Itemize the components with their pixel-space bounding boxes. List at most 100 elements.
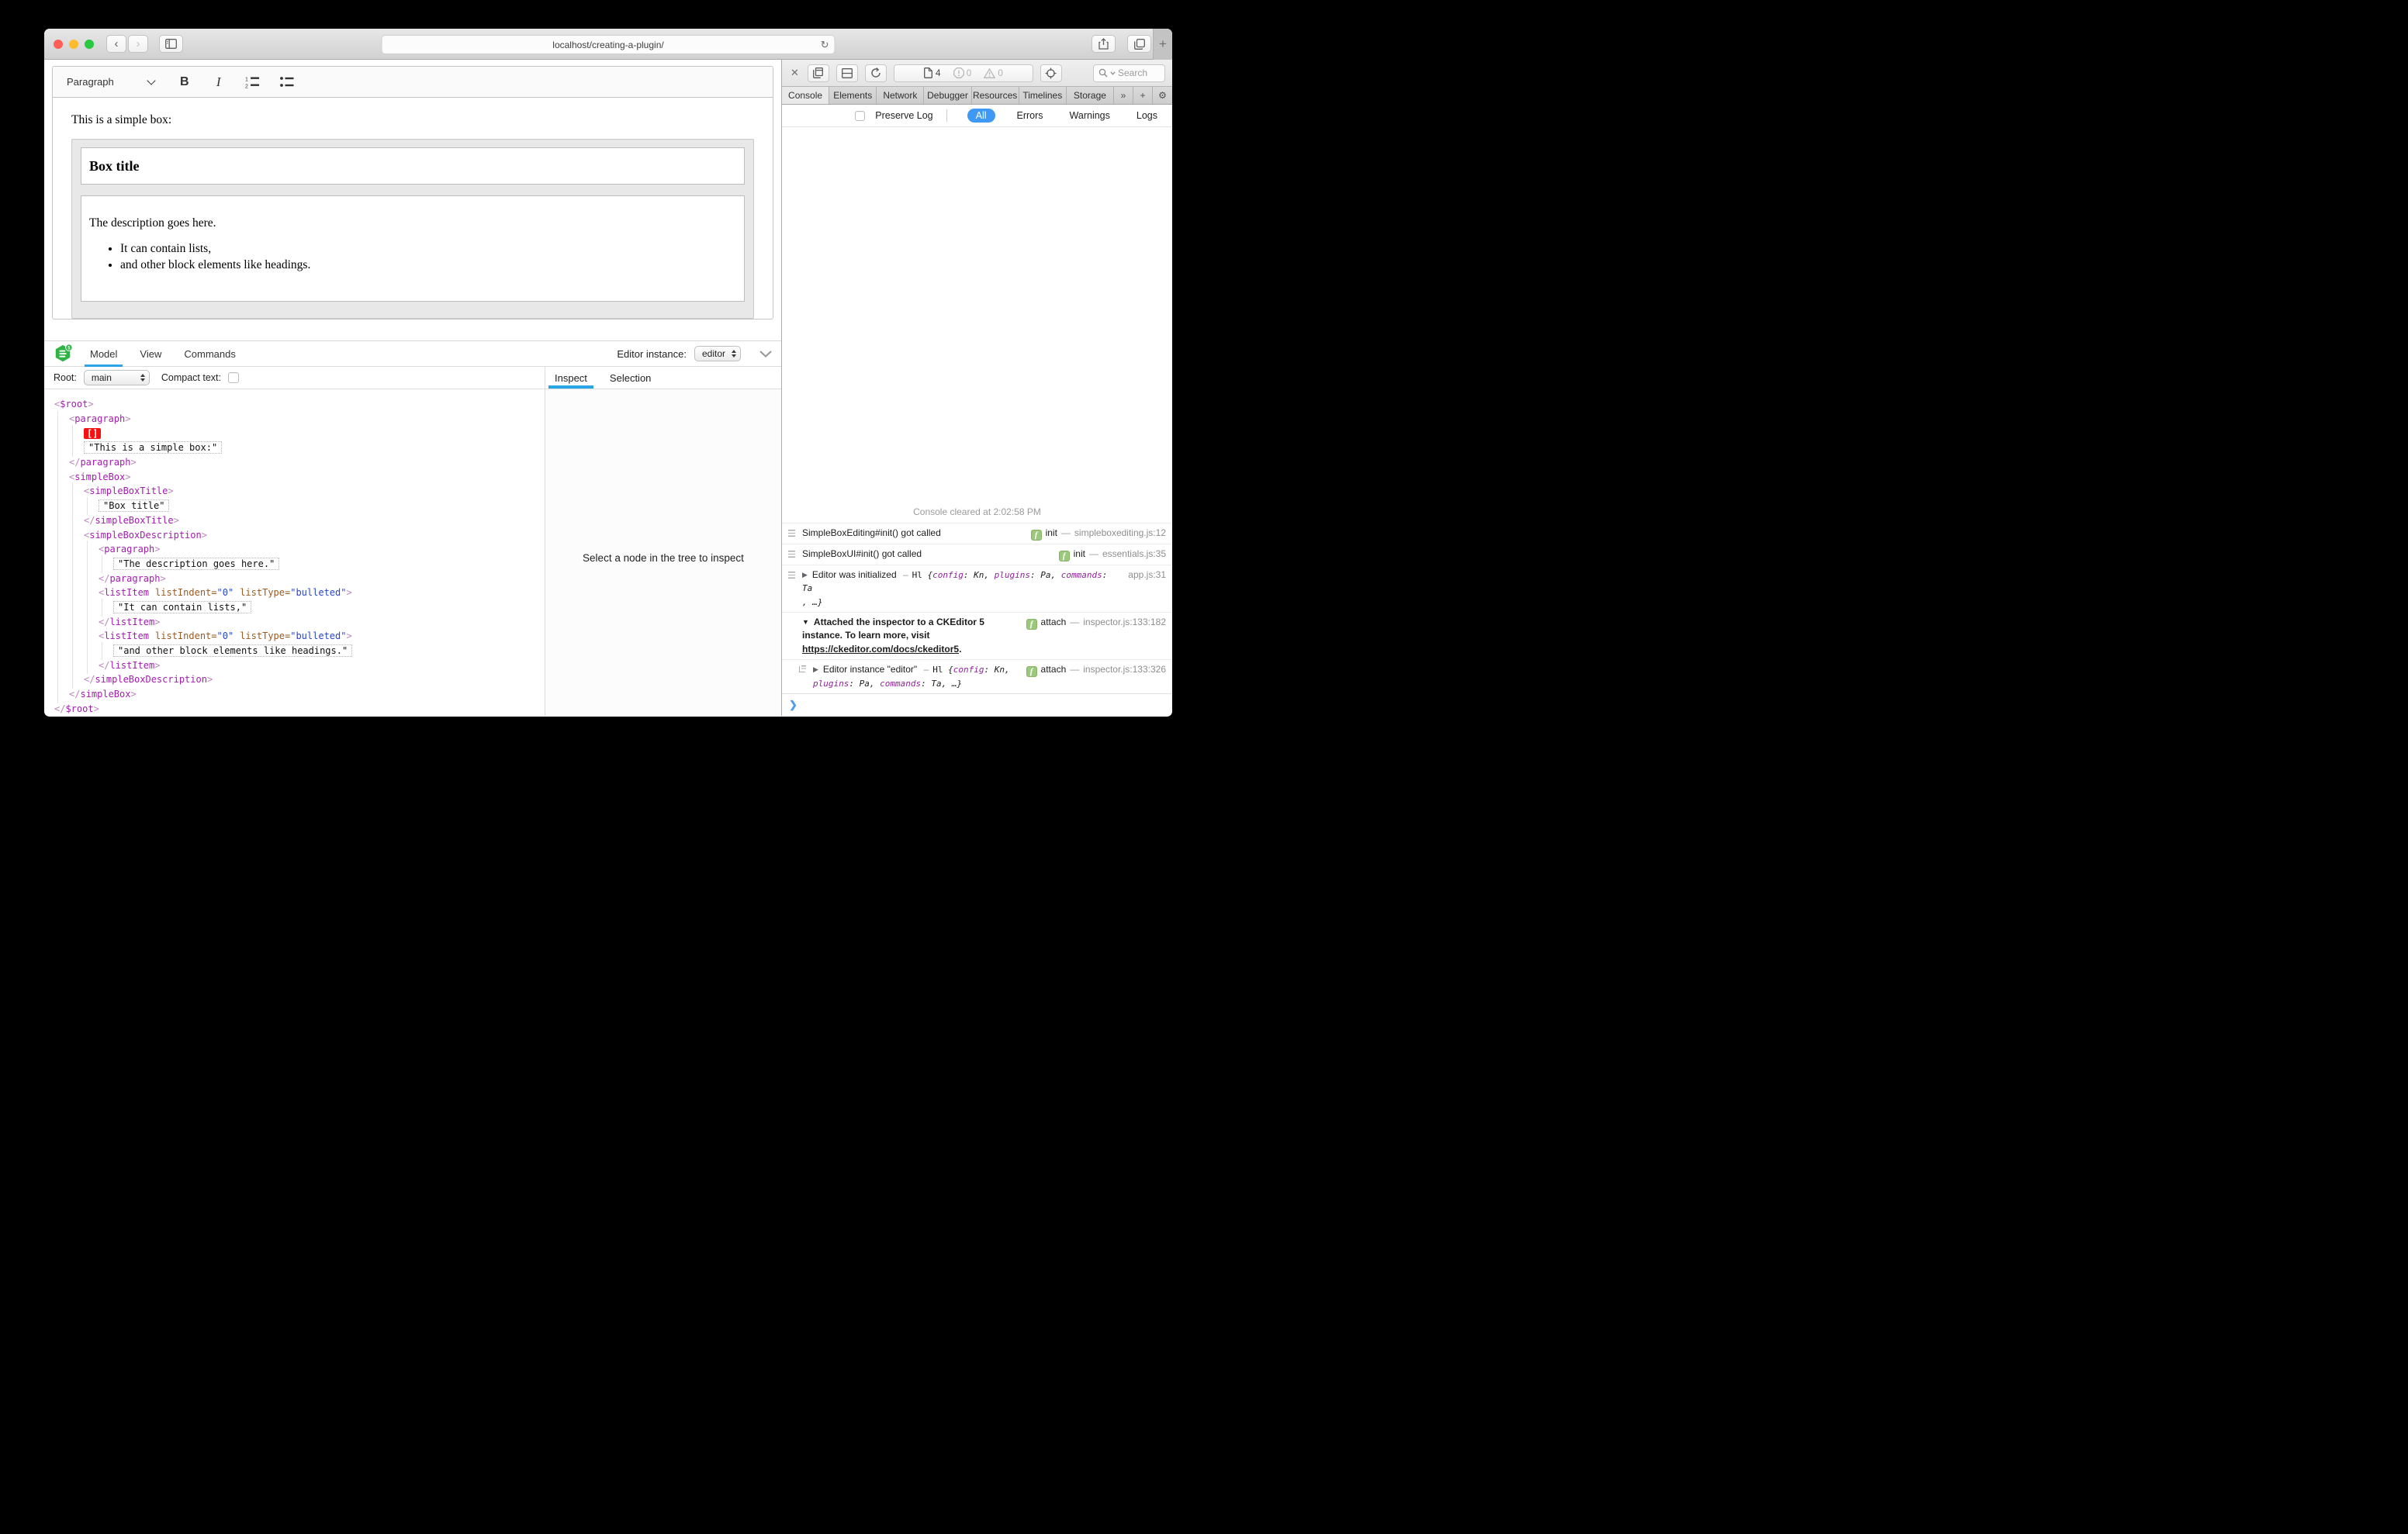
simple-box-widget[interactable]: Box title The description goes here. It …	[71, 139, 754, 319]
tree-token: <	[99, 631, 105, 642]
close-devtools-button[interactable]: ✕	[789, 67, 801, 79]
devtools-tab[interactable]: Elements	[829, 87, 877, 104]
box-title[interactable]: Box title	[81, 147, 745, 185]
source-location[interactable]: app.js:31	[1128, 569, 1166, 580]
editor-content[interactable]: This is a simple box: Box title The desc…	[53, 98, 773, 319]
tree-line[interactable]: </simpleBoxDescription >	[54, 672, 545, 687]
tabs-icon	[1133, 38, 1145, 50]
inspector-tab[interactable]: Commands	[184, 342, 235, 366]
minimize-window-button[interactable]	[69, 39, 78, 49]
devtools-tab[interactable]: Console	[782, 87, 830, 104]
console-row[interactable]: f init — essentials.js:35 SimpleBoxUI#init(…	[782, 543, 1172, 565]
tree-line[interactable]: </listItem >	[54, 614, 545, 629]
console-scope-filter[interactable]: Logs	[1132, 109, 1162, 123]
italic-button[interactable]: I	[210, 74, 227, 91]
tree-line[interactable]: </simpleBox >	[54, 687, 545, 702]
inspector-tab[interactable]: Model	[84, 342, 123, 367]
tab-overview-button[interactable]	[1127, 35, 1151, 53]
console-scope-filter[interactable]: Warnings	[1065, 109, 1115, 123]
collapse-inspector-icon[interactable]	[759, 350, 772, 358]
tree-line[interactable]: < listItem listIndent = "0" listType = "bullete…	[54, 629, 545, 644]
address-bar[interactable]: localhost/creating-a-plugin/ ↻	[381, 35, 836, 54]
tree-line[interactable]: < $root >	[54, 397, 545, 412]
preserve-log-checkbox[interactable]	[855, 110, 866, 121]
tree-line[interactable]: </simpleBoxTitle >	[54, 513, 545, 528]
new-tab-button[interactable]: +	[1153, 29, 1172, 60]
intro-paragraph[interactable]: This is a simple box:	[71, 113, 754, 127]
disclosure-triangle-icon[interactable]: ▶	[802, 571, 808, 579]
tree-line[interactable]: </listItem >	[54, 658, 545, 672]
inspector-pane-tab[interactable]: Inspect	[548, 367, 593, 389]
function-badge-icon: f	[1026, 619, 1037, 631]
tree-line[interactable]: </paragraph >	[54, 455, 545, 470]
tree-line[interactable]: < simpleBox >	[54, 469, 545, 484]
devtools-tab[interactable]: Debugger	[924, 87, 972, 104]
numbered-list-button[interactable]: 12	[244, 74, 261, 91]
console-row[interactable]: f attach — inspector.js:133:326 ▶ Editor ins…	[782, 659, 1172, 693]
tree-token: >	[125, 413, 131, 425]
devtools-tab[interactable]: Network	[877, 87, 925, 104]
reload-icon[interactable]: ↻	[821, 39, 829, 51]
share-icon	[1098, 38, 1109, 50]
tree-line[interactable]: "The description goes here."	[54, 557, 545, 572]
console-row[interactable]: f attach — inspector.js:133:182 ▼ Attached t…	[782, 612, 1172, 659]
forward-button[interactable]: ›	[128, 35, 148, 53]
devtools-tab[interactable]: Resources	[972, 87, 1019, 104]
tree-line[interactable]: < listItem listIndent = "0" listType = "bullete…	[54, 586, 545, 600]
bold-button[interactable]: B	[176, 74, 193, 91]
console-row[interactable]: f init — simpleboxediting.js:12 SimpleBoxEd…	[782, 522, 1172, 544]
bulleted-list-button[interactable]	[279, 74, 296, 91]
devtools-tab[interactable]: Storage	[1067, 87, 1114, 104]
list-item[interactable]: It can contain lists,	[120, 242, 736, 256]
search-field[interactable]: Search	[1093, 64, 1165, 82]
sidebar-toggle-button[interactable]	[159, 35, 183, 53]
tree-line[interactable]: "It can contain lists,"	[54, 600, 545, 615]
tree-line[interactable]: "This is a simple box:"	[54, 441, 545, 455]
close-window-button[interactable]	[54, 39, 63, 49]
tree-line[interactable]: < paragraph >	[54, 542, 545, 557]
share-button[interactable]	[1092, 35, 1116, 53]
tree-line[interactable]: "and other block elements like headings.…	[54, 644, 545, 658]
devtools-tab[interactable]: Timelines	[1019, 87, 1067, 104]
tree-line[interactable]: < simpleBoxTitle >	[54, 484, 545, 499]
disclosure-triangle-icon[interactable]: ▼	[802, 618, 809, 626]
compact-text-checkbox[interactable]	[228, 372, 240, 383]
console-scope-filter[interactable]: All	[967, 109, 995, 123]
console-input[interactable]: ❯	[782, 693, 1172, 716]
source-location[interactable]: simpleboxediting.js:12	[1074, 527, 1166, 538]
source-location[interactable]: essentials.js:35	[1102, 548, 1166, 559]
console-scope-filter[interactable]: Errors	[1012, 109, 1048, 123]
editor-instance-select[interactable]: editor	[694, 346, 741, 361]
back-button[interactable]: ‹	[106, 35, 126, 53]
tree-line[interactable]: "Box title"	[54, 499, 545, 513]
source-location[interactable]: inspector.js:133:326	[1083, 664, 1166, 675]
dock-bottom-button[interactable]	[836, 64, 858, 82]
tree-line[interactable]: []	[54, 426, 545, 441]
box-description[interactable]: The description goes here. It can contai…	[81, 195, 745, 302]
description-paragraph[interactable]: The description goes here.	[89, 216, 736, 230]
root-select[interactable]: main	[83, 370, 150, 385]
tree-line[interactable]: </paragraph >	[54, 571, 545, 586]
inspector-pane-tab[interactable]: Selection	[608, 367, 652, 389]
nested-log-icon	[799, 665, 806, 673]
zoom-window-button[interactable]	[85, 39, 94, 49]
issues-summary[interactable]: 4 0 0	[893, 64, 1033, 82]
dock-side-button[interactable]	[807, 64, 829, 82]
tree-line[interactable]: </$root >	[54, 701, 545, 716]
list-item[interactable]: and other block elements like headings.	[120, 258, 736, 272]
inspector-tab[interactable]: View	[140, 342, 161, 366]
tree-line[interactable]: < simpleBoxDescription >	[54, 527, 545, 542]
element-picker-button[interactable]	[1040, 64, 1062, 82]
add-tab-button[interactable]: +	[1133, 87, 1153, 104]
tree-line[interactable]: < paragraph >	[54, 412, 545, 427]
model-tree[interactable]: < $root > < paragraph > [] "This is a si…	[44, 389, 545, 716]
source-location[interactable]: inspector.js:133:182	[1083, 617, 1166, 627]
more-tabs-button[interactable]: »	[1114, 87, 1133, 104]
ckeditor-docs-link[interactable]: https://ckeditor.com/docs/ckeditor5	[802, 644, 959, 655]
tree-token: <	[99, 544, 105, 555]
paragraph-style-dropdown[interactable]: Paragraph	[62, 75, 159, 88]
reload-page-button[interactable]	[864, 64, 887, 82]
settings-gear-icon[interactable]: ⚙	[1153, 87, 1172, 104]
console-row[interactable]: app.js:31 ▶ Editor was initialized – Hl {c…	[782, 564, 1172, 612]
disclosure-triangle-icon[interactable]: ▶	[813, 665, 818, 673]
